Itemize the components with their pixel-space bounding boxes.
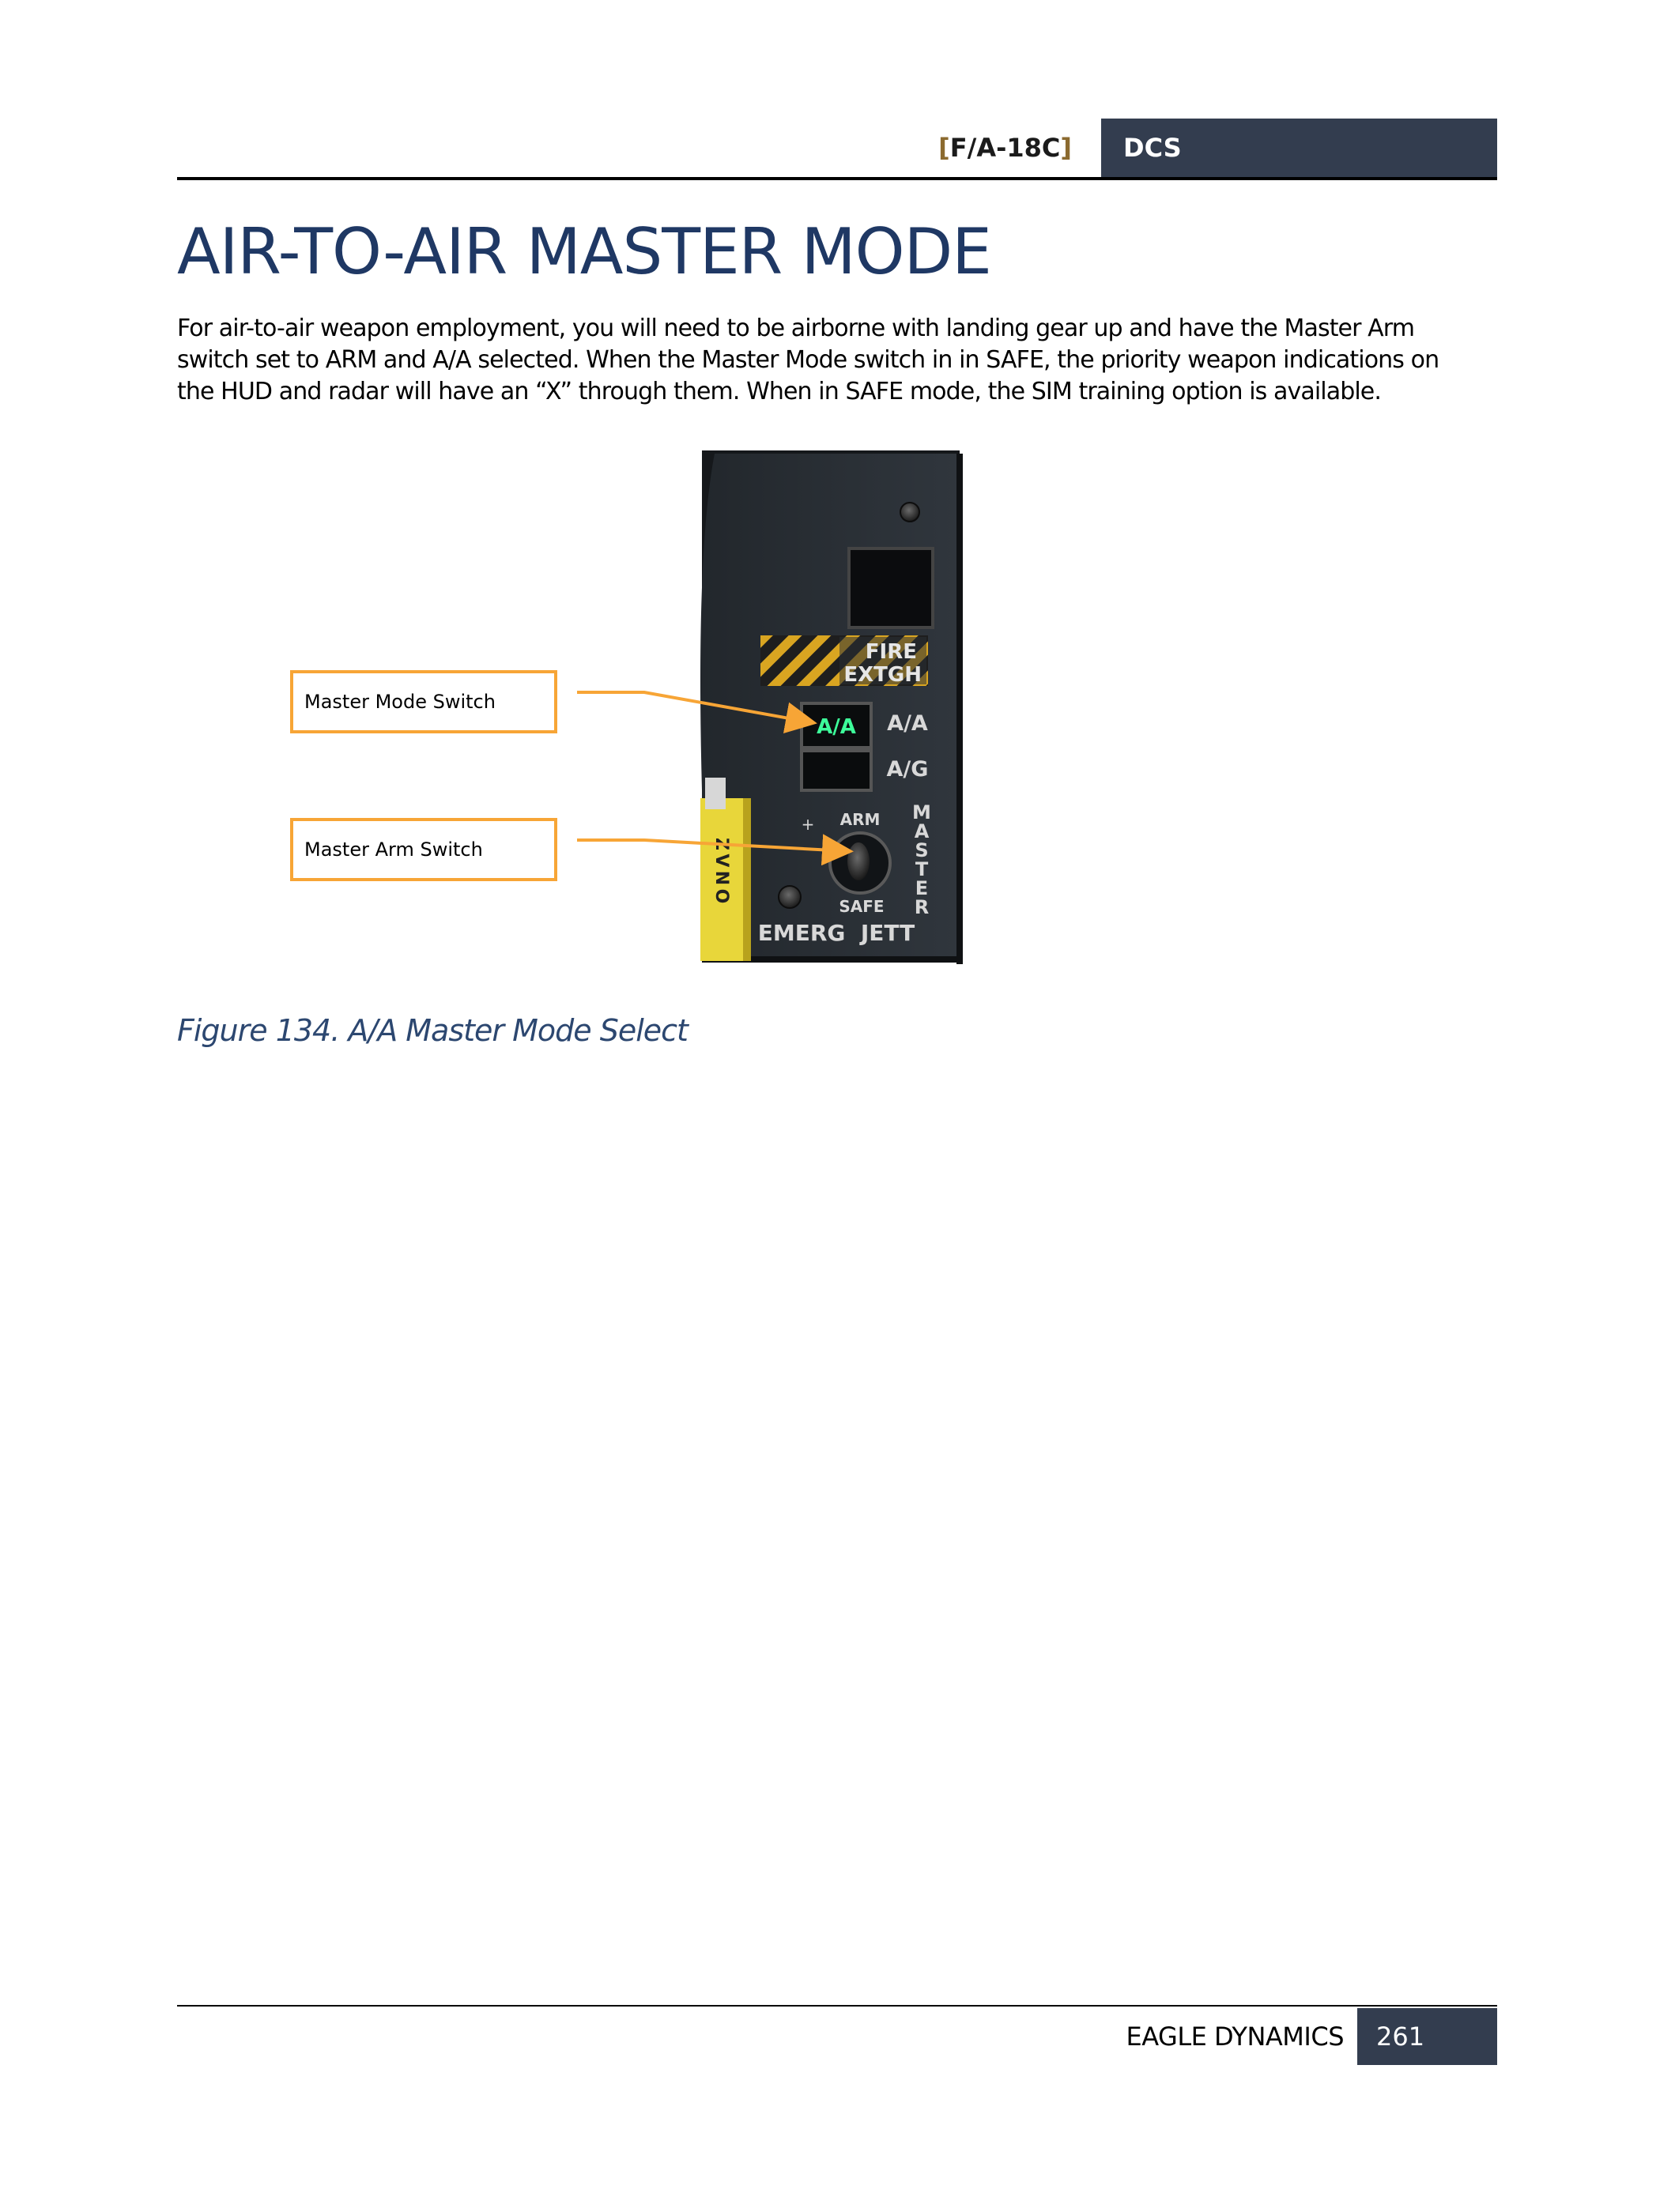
ag-master-mode-button[interactable] <box>800 749 873 792</box>
master-mode-panel-figure: FIRE EXTGH A/A A/A A/G ARM + SAFE M A S … <box>577 450 963 964</box>
master-mode-callout: Master Mode Switch <box>290 670 557 733</box>
aa-side-label: A/A <box>887 711 928 736</box>
footer-page-number: 261 <box>1357 2008 1497 2065</box>
cockpit-panel: FIRE EXTGH A/A A/A A/G ARM + SAFE M A S … <box>700 450 963 964</box>
figure-caption: Figure 134. A/A Master Mode Select <box>177 1013 689 1048</box>
fire-label: FIRE <box>866 640 917 664</box>
footer-rule <box>177 2005 1497 2007</box>
screw-icon <box>778 885 802 909</box>
emerg-jett-label: EMERG JETT <box>758 920 915 946</box>
fire-warning-light <box>847 547 934 629</box>
svg-text:R: R <box>915 896 929 918</box>
master-arm-callout: Master Arm Switch <box>290 818 557 881</box>
safe-label: SAFE <box>839 897 884 916</box>
toggle-lever-icon <box>847 842 870 880</box>
extgh-label: EXTGH <box>843 663 922 687</box>
ag-side-label: A/G <box>887 757 929 782</box>
master-vertical-label: M A S T E R <box>912 801 931 918</box>
side-placard-text: Z V N O <box>711 838 731 903</box>
svg-text:+: + <box>802 815 815 834</box>
arm-label: ARM <box>840 810 881 829</box>
screw-icon <box>900 502 920 522</box>
aa-button-label: A/A <box>817 715 856 739</box>
footer-company: EAGLE DYNAMICS <box>1126 2022 1344 2052</box>
